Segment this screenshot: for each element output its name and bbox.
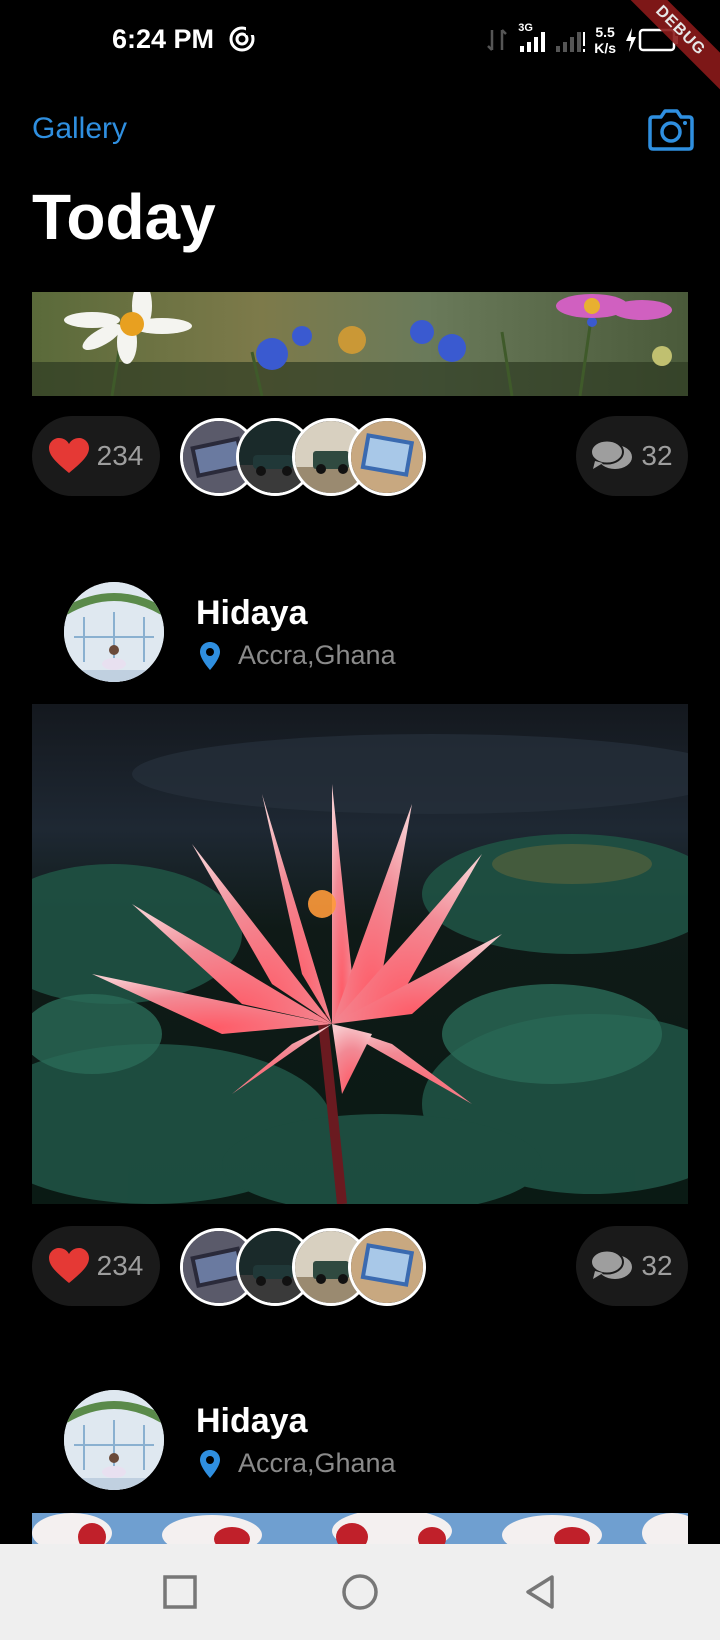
location-pin-icon xyxy=(200,641,220,670)
comments-icon xyxy=(591,1249,633,1279)
user-name[interactable]: Hidaya xyxy=(196,1402,308,1441)
user-name[interactable]: Hidaya xyxy=(196,594,308,633)
page-title: Today xyxy=(32,181,216,253)
post-actions: 234 32 xyxy=(32,416,688,496)
comment-count: 32 xyxy=(641,1250,673,1281)
status-time: 6:24 PM xyxy=(112,24,215,54)
sync-icon xyxy=(229,26,255,52)
signal-icon xyxy=(520,32,546,52)
status-icons: 3G 5.5 K/s xyxy=(486,22,680,58)
liker-avatar-tablet xyxy=(348,418,426,496)
signal-weak-icon xyxy=(556,32,586,52)
net-speed-value: 5.5 xyxy=(595,24,615,40)
post-image-water-lily[interactable] xyxy=(32,704,688,1204)
liker-avatars[interactable] xyxy=(180,1228,440,1306)
location-pin-icon xyxy=(200,1449,220,1478)
signal-3g: 3G xyxy=(516,22,546,56)
post-image-wildflowers[interactable] xyxy=(32,292,688,396)
like-button[interactable]: 234 xyxy=(32,416,160,496)
liker-avatars[interactable] xyxy=(180,418,440,496)
post-header: Hidaya Accra,Ghana xyxy=(64,1390,684,1490)
back-triangle-icon[interactable] xyxy=(520,1572,560,1612)
post-actions: 234 32 xyxy=(32,1226,688,1306)
heart-icon xyxy=(48,438,89,473)
status-bar: 6:24 PM 3G 5.5 K/s DEBUG xyxy=(0,0,720,97)
home-circle-icon[interactable] xyxy=(340,1572,380,1612)
net-speed: 5.5 K/s xyxy=(594,24,616,56)
liker-avatar-tablet xyxy=(348,1228,426,1306)
location-text: Accra,Ghana xyxy=(238,640,396,670)
post-header: Hidaya Accra,Ghana xyxy=(64,582,684,682)
system-nav-bar xyxy=(0,1544,720,1640)
comment-button[interactable]: 32 xyxy=(576,1226,688,1306)
comment-button[interactable]: 32 xyxy=(576,416,688,496)
heart-icon xyxy=(48,1248,89,1283)
camera-icon[interactable] xyxy=(646,108,696,152)
app-header: Gallery xyxy=(32,108,696,158)
user-location: Accra,Ghana xyxy=(200,640,396,671)
comments-icon xyxy=(591,439,633,469)
gallery-link[interactable]: Gallery xyxy=(32,112,127,146)
like-count: 234 xyxy=(96,1250,144,1281)
recents-square-icon[interactable] xyxy=(160,1572,200,1612)
user-avatar[interactable] xyxy=(64,1390,164,1490)
post-image-tulips[interactable] xyxy=(32,1513,688,1544)
like-count: 234 xyxy=(96,440,144,471)
user-location: Accra,Ghana xyxy=(200,1448,396,1479)
location-text: Accra,Ghana xyxy=(238,1448,396,1478)
user-avatar[interactable] xyxy=(64,582,164,682)
comment-count: 32 xyxy=(641,440,673,471)
net-speed-unit: K/s xyxy=(594,40,616,56)
like-button[interactable]: 234 xyxy=(32,1226,160,1306)
data-arrows-icon xyxy=(487,29,508,51)
